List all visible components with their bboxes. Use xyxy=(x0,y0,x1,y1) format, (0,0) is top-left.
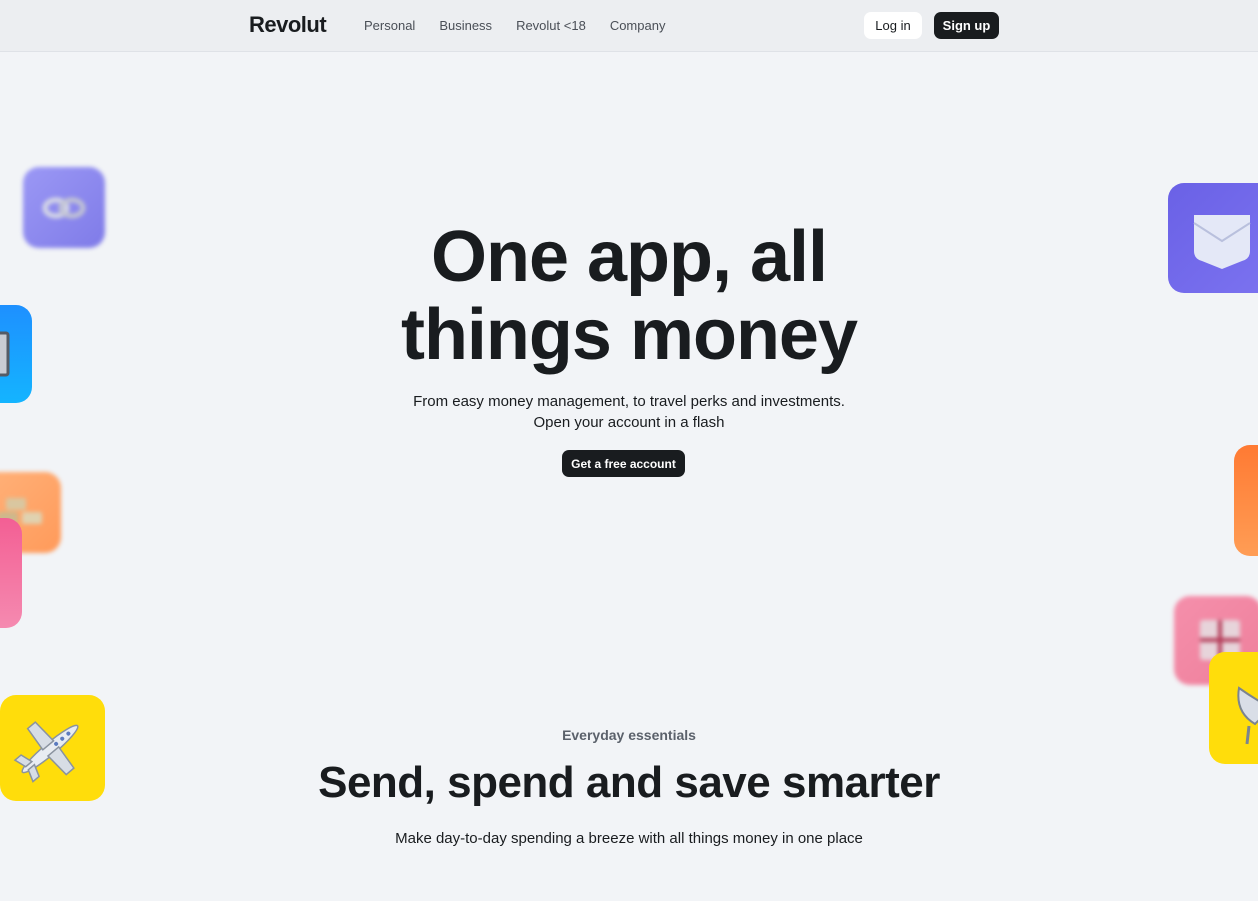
top-nav-bar: Revolut Personal Business Revolut <18 Co… xyxy=(0,0,1258,52)
pink-card-icon xyxy=(0,518,22,628)
section-eyebrow: Everyday essentials xyxy=(562,727,696,743)
hero-subtitle-line-1: From easy money management, to travel pe… xyxy=(413,393,845,410)
section-subtitle: Make day-to-day spending a breeze with a… xyxy=(395,830,863,847)
signup-button[interactable]: Sign up xyxy=(934,12,999,39)
login-button[interactable]: Log in xyxy=(864,12,922,39)
hero-title-line-2: things money xyxy=(400,295,858,375)
nav-item-revolut-under-18[interactable]: Revolut <18 xyxy=(516,18,586,33)
orange-card-icon xyxy=(1234,445,1258,556)
hero-title-line-1: One app, all xyxy=(430,217,828,297)
main-nav: Personal Business Revolut <18 Company xyxy=(364,18,689,33)
hero-title: One app, all things money xyxy=(329,218,929,374)
calculator-icon xyxy=(0,305,32,403)
nav-item-personal[interactable]: Personal xyxy=(364,18,415,33)
satellite-icon xyxy=(1209,652,1258,764)
nav-item-company[interactable]: Company xyxy=(610,18,666,33)
section-title: Send, spend and save smarter xyxy=(318,758,940,807)
nav-item-business[interactable]: Business xyxy=(439,18,492,33)
revolut-logo[interactable]: Revolut xyxy=(249,12,327,38)
hero-subtitle-line-2: Open your account in a flash xyxy=(533,414,725,431)
page: Revolut Personal Business Revolut <18 Co… xyxy=(0,0,1258,901)
link-icon xyxy=(23,167,105,248)
envelope-icon xyxy=(1168,183,1258,293)
hero-subtitle: From easy money management, to travel pe… xyxy=(329,391,929,433)
airplane-icon xyxy=(0,695,105,801)
get-free-account-button[interactable]: Get a free account xyxy=(562,450,685,477)
